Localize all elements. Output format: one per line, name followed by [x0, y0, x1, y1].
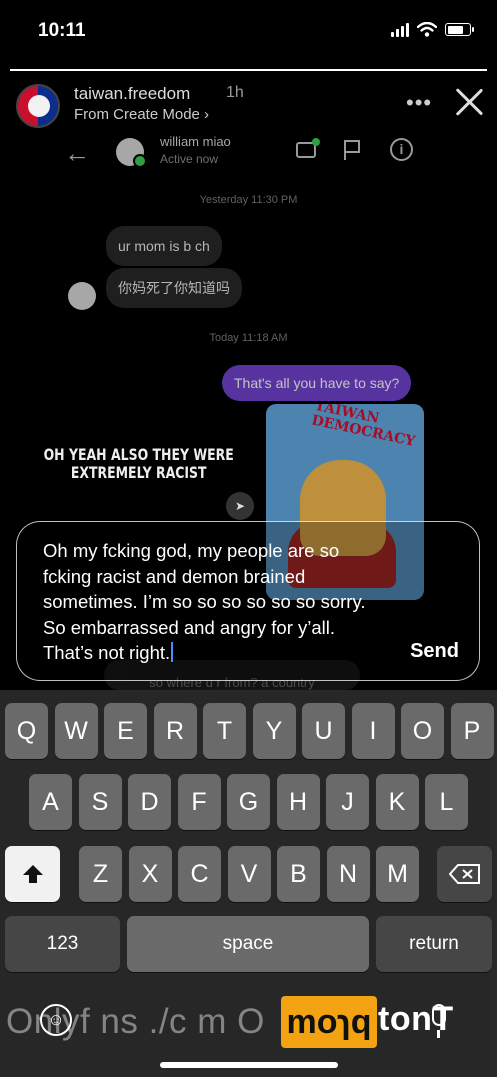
- key-d[interactable]: D: [128, 774, 171, 830]
- key-e[interactable]: E: [104, 703, 147, 759]
- close-icon[interactable]: [454, 86, 484, 116]
- key-m[interactable]: M: [376, 846, 419, 902]
- more-horizontal-icon[interactable]: •••: [406, 90, 432, 116]
- key-r[interactable]: R: [153, 703, 197, 759]
- backspace-icon[interactable]: [437, 846, 492, 902]
- watermark-badge: moɿq: [281, 996, 377, 1048]
- key-h[interactable]: H: [276, 774, 320, 830]
- key-s[interactable]: S: [78, 774, 122, 830]
- story-text-line: OH YEAH ALSO THEY WERE EXTREMELY RACIST: [43, 445, 234, 482]
- key-z[interactable]: Z: [79, 846, 122, 902]
- battery-level: [447, 25, 464, 34]
- story-username[interactable]: taiwan.freedom: [74, 84, 190, 104]
- avatar[interactable]: [16, 84, 60, 128]
- return-key[interactable]: return: [376, 916, 492, 972]
- numbers-key[interactable]: 123: [5, 916, 120, 972]
- key-a[interactable]: A: [29, 774, 72, 830]
- clock: 10:11: [38, 20, 86, 41]
- key-g[interactable]: G: [227, 774, 270, 830]
- key-k[interactable]: K: [375, 774, 419, 830]
- battery-icon: [445, 23, 474, 36]
- direct-share-icon: ➤: [226, 492, 254, 520]
- status-icons: [391, 22, 474, 37]
- info-icon: i: [390, 138, 413, 161]
- text-cursor: [171, 642, 174, 662]
- dm-message-outgoing: That's all you have to say?: [222, 365, 412, 401]
- status-bar: 10:11: [0, 0, 497, 60]
- key-f[interactable]: F: [177, 774, 221, 830]
- key-c[interactable]: C: [178, 846, 221, 902]
- key-p[interactable]: P: [450, 703, 494, 759]
- reply-input[interactable]: Oh my fcking god, my people are so fckin…: [43, 538, 383, 666]
- shift-icon[interactable]: [5, 846, 60, 902]
- back-arrow-icon: ←: [64, 138, 90, 168]
- key-n[interactable]: N: [326, 846, 370, 902]
- key-o[interactable]: O: [401, 703, 444, 759]
- key-x[interactable]: X: [128, 846, 172, 902]
- cellular-signal-icon: [391, 22, 409, 37]
- dm-contact-status: Active now: [160, 152, 219, 166]
- reply-input-box[interactable]: Oh my fcking god, my people are so fckin…: [16, 521, 480, 681]
- story-time: 1h: [226, 84, 244, 101]
- key-u[interactable]: U: [302, 703, 345, 759]
- dm-contact-avatar: [116, 138, 147, 168]
- wifi-icon: [417, 22, 437, 37]
- dm-sender-avatar: [68, 282, 96, 310]
- story-progress-fill: [10, 69, 487, 71]
- create-mode-label: From Create Mode: [74, 106, 200, 123]
- create-mode-link[interactable]: From Create Mode ›: [74, 106, 209, 123]
- key-j[interactable]: J: [326, 774, 369, 830]
- story-header: taiwan.freedom 1h From Create Mode › •••: [14, 82, 484, 130]
- key-w[interactable]: W: [54, 703, 98, 759]
- space-key[interactable]: space: [127, 916, 369, 972]
- microphone-icon[interactable]: [432, 1004, 446, 1038]
- dm-message-incoming: ur mom is b ch: [106, 226, 222, 266]
- key-l[interactable]: L: [425, 774, 468, 830]
- key-t[interactable]: T: [203, 703, 246, 759]
- key-q[interactable]: Q: [5, 703, 48, 759]
- story-progress-bar: [10, 69, 487, 71]
- key-v[interactable]: V: [227, 846, 271, 902]
- dm-timestamp: Today 11:18 AM: [209, 332, 288, 344]
- send-button[interactable]: Send: [410, 640, 459, 663]
- key-b[interactable]: B: [277, 846, 320, 902]
- video-call-icon: [296, 138, 320, 158]
- dm-contact-name: william miao: [160, 134, 231, 149]
- story-text-overlay: OH YEAH ALSO THEY WERE EXTREMELY RACIST: [10, 446, 234, 482]
- home-indicator[interactable]: [160, 1062, 338, 1068]
- flag-icon: [344, 140, 360, 160]
- emoji-icon[interactable]: ☺: [40, 1004, 72, 1036]
- key-y[interactable]: Y: [252, 703, 296, 759]
- key-i[interactable]: I: [351, 703, 395, 759]
- dm-message-incoming: 你妈死了你知道吗: [106, 268, 242, 308]
- cartoon-title: TAIWAN DEMOCRACY: [310, 404, 417, 450]
- dm-timestamp: Yesterday 11:30 PM: [199, 194, 298, 206]
- reply-input-text: Oh my fcking god, my people are so fckin…: [43, 540, 366, 663]
